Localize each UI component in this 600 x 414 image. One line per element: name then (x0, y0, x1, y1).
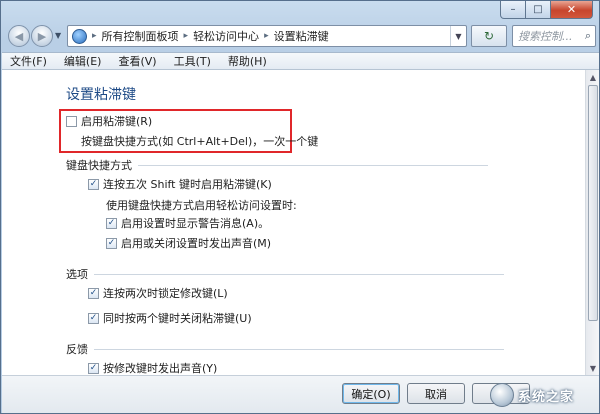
group-divider (94, 348, 504, 350)
close-button[interactable]: ✕ (551, 1, 593, 19)
toggle-sound-checkbox[interactable]: ✓ (106, 237, 117, 249)
lock-modifier-row[interactable]: ✓ 连按两次时锁定修改键(L) (88, 285, 228, 301)
ok-button[interactable]: 确定(O) (342, 383, 400, 404)
breadcrumb-separator[interactable]: ▸ (184, 31, 189, 41)
five-shift-row[interactable]: ✓ 连按五次 Shift 键时启用粘滞键(K) (88, 176, 272, 192)
breadcrumb-item-sticky-keys[interactable]: 设置粘滞键 (274, 28, 329, 44)
five-shift-label[interactable]: 连按五次 Shift 键时启用粘滞键(K) (103, 176, 272, 192)
two-keys-off-row[interactable]: ✓ 同时按两个键时关闭粘滞键(U) (88, 310, 252, 326)
back-button[interactable]: ◀ (8, 25, 30, 47)
group-divider (94, 273, 504, 275)
breadcrumb-separator[interactable]: ▸ (264, 31, 269, 41)
toggle-sound-label[interactable]: 启用或关闭设置时发出声音(M) (121, 235, 271, 251)
search-placeholder: 搜索控制... (518, 30, 573, 43)
watermark: 系统之家 (490, 380, 598, 410)
modifier-sound-checkbox[interactable]: ✓ (88, 362, 99, 374)
enable-sticky-keys-description: 按键盘快捷方式(如 Ctrl+Alt+Del)，一次一个键 (81, 135, 319, 148)
feedback-group-title: 反馈 (66, 343, 88, 356)
address-bar[interactable]: ▸ 所有控制面板项 ▸ 轻松访问中心 ▸ 设置粘滞键 ▼ (67, 25, 467, 47)
modifier-sound-row[interactable]: ✓ 按修改键时发出声音(Y) (88, 360, 217, 375)
breadcrumb-item-ease-of-access[interactable]: 轻松访问中心 (193, 28, 259, 44)
keyboard-shortcut-group-title: 键盘快捷方式 (66, 159, 132, 172)
control-panel-icon (72, 28, 87, 44)
watermark-text: 系统之家 (518, 389, 575, 405)
lock-modifier-checkbox[interactable]: ✓ (88, 287, 99, 299)
recent-pages-dropdown-icon[interactable]: ▼ (55, 31, 61, 40)
toggle-sound-row[interactable]: ✓ 启用或关闭设置时发出声音(M) (106, 235, 271, 251)
breadcrumb-separator[interactable]: ▸ (92, 31, 97, 41)
watermark-logo-icon (490, 383, 514, 407)
maximize-button[interactable]: □ (526, 1, 551, 19)
enable-sticky-keys-row[interactable]: 启用粘滞键(R) (66, 113, 152, 129)
group-divider (138, 164, 488, 166)
control-panel-window: – □ ✕ ◀ ▶ ▼ ▸ 所有控制面板项 ▸ 轻松访问中心 ▸ 设置粘滞键 ▼… (0, 0, 600, 414)
caption-buttons: – □ ✕ (500, 1, 593, 19)
two-keys-off-label[interactable]: 同时按两个键时关闭粘滞键(U) (103, 310, 252, 326)
enable-sticky-keys-label[interactable]: 启用粘滞键(R) (81, 113, 152, 129)
keyboard-shortcut-group-header: 键盘快捷方式 (66, 157, 488, 173)
menu-file[interactable]: 文件(F) (10, 53, 47, 69)
lock-modifier-label[interactable]: 连按两次时锁定修改键(L) (103, 285, 228, 301)
feedback-group-header: 反馈 (66, 341, 504, 357)
breadcrumb-item-all-control-panel[interactable]: 所有控制面板项 (102, 28, 179, 44)
shortcut-note: 使用键盘快捷方式启用轻松访问设置时: (106, 199, 297, 212)
address-dropdown-icon[interactable]: ▼ (450, 26, 466, 46)
search-icon[interactable]: ⌕ (585, 29, 591, 43)
page-title: 设置粘滞键 (66, 87, 136, 103)
scroll-down-icon[interactable]: ▼ (586, 361, 600, 375)
show-warning-checkbox[interactable]: ✓ (106, 217, 117, 229)
vertical-scrollbar[interactable]: ▲ ▼ (585, 70, 599, 375)
menu-view[interactable]: 查看(V) (118, 53, 156, 69)
cancel-button[interactable]: 取消 (407, 383, 465, 404)
show-warning-row[interactable]: ✓ 启用设置时显示警告消息(A)。 (106, 215, 269, 231)
two-keys-off-checkbox[interactable]: ✓ (88, 312, 99, 324)
menu-bar: 文件(F) 编辑(E) 查看(V) 工具(T) 帮助(H) (2, 52, 599, 70)
scroll-thumb[interactable] (588, 85, 598, 321)
options-group-header: 选项 (66, 266, 504, 282)
show-warning-label[interactable]: 启用设置时显示警告消息(A)。 (121, 215, 269, 231)
enable-sticky-keys-checkbox[interactable] (66, 115, 77, 127)
options-group-title: 选项 (66, 268, 88, 281)
menu-help[interactable]: 帮助(H) (228, 53, 267, 69)
five-shift-checkbox[interactable]: ✓ (88, 178, 99, 190)
settings-content: 设置粘滞键 启用粘滞键(R) 按键盘快捷方式(如 Ctrl+Alt+Del)，一… (2, 70, 585, 375)
menu-edit[interactable]: 编辑(E) (64, 53, 102, 69)
minimize-button[interactable]: – (500, 1, 526, 19)
modifier-sound-label[interactable]: 按修改键时发出声音(Y) (103, 360, 217, 375)
navigation-bar: ◀ ▶ ▼ ▸ 所有控制面板项 ▸ 轻松访问中心 ▸ 设置粘滞键 ▼ ↻ 搜索控… (1, 23, 599, 49)
scroll-up-icon[interactable]: ▲ (586, 70, 600, 84)
refresh-button[interactable]: ↻ (471, 25, 507, 47)
forward-button[interactable]: ▶ (31, 25, 53, 47)
menu-tools[interactable]: 工具(T) (174, 53, 211, 69)
search-input[interactable]: 搜索控制... ⌕ (512, 25, 596, 47)
